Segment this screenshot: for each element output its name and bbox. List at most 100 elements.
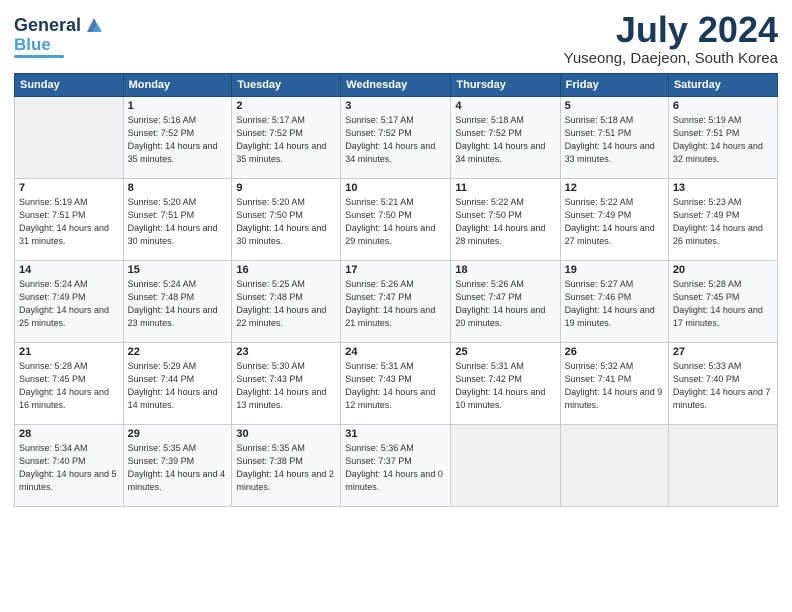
cell-info: Sunrise: 5:22 AMSunset: 7:49 PMDaylight:…: [565, 196, 664, 248]
cell-info: Sunrise: 5:26 AMSunset: 7:47 PMDaylight:…: [345, 278, 446, 330]
cell-info: Sunrise: 5:24 AMSunset: 7:49 PMDaylight:…: [19, 278, 119, 330]
cell-info: Sunrise: 5:30 AMSunset: 7:43 PMDaylight:…: [236, 360, 336, 412]
day-number: 13: [673, 182, 773, 194]
week-row-4: 28 Sunrise: 5:34 AMSunset: 7:40 PMDayligh…: [15, 424, 778, 506]
cell-3-1: 22 Sunrise: 5:29 AMSunset: 7:44 PMDayligh…: [123, 342, 232, 424]
cell-info: Sunrise: 5:31 AMSunset: 7:42 PMDaylight:…: [455, 360, 555, 412]
day-number: 14: [19, 264, 119, 276]
col-thursday: Thursday: [451, 73, 560, 96]
cell-info: Sunrise: 5:16 AMSunset: 7:52 PMDaylight:…: [128, 114, 228, 166]
week-row-3: 21 Sunrise: 5:28 AMSunset: 7:45 PMDayligh…: [15, 342, 778, 424]
cell-4-1: 29Sunrise: 5:35 AMSunset: 7:39 PMDayligh…: [123, 424, 232, 506]
cell-info: Sunrise: 5:17 AMSunset: 7:52 PMDaylight:…: [345, 114, 446, 166]
cell-4-3: 31 Sunrise: 5:36 AMSunset: 7:37 PMDayligh…: [341, 424, 451, 506]
day-number: 10: [345, 182, 446, 194]
day-number: 19: [565, 264, 664, 276]
cell-0-4: 4 Sunrise: 5:18 AMSunset: 7:52 PMDaylight…: [451, 96, 560, 178]
day-number: 2: [236, 100, 336, 112]
cell-4-5: [560, 424, 668, 506]
cell-2-4: 18 Sunrise: 5:26 AMSunset: 7:47 PMDayligh…: [451, 260, 560, 342]
cell-0-1: 1 Sunrise: 5:16 AMSunset: 7:52 PMDaylight…: [123, 96, 232, 178]
cell-info: Sunrise: 5:31 AMSunset: 7:43 PMDaylight:…: [345, 360, 446, 412]
cell-info: Sunrise: 5:20 AMSunset: 7:50 PMDaylight:…: [236, 196, 336, 248]
day-number: 17: [345, 264, 446, 276]
cell-3-3: 24 Sunrise: 5:31 AMSunset: 7:43 PMDayligh…: [341, 342, 451, 424]
cell-info: Sunrise: 5:29 AMSunset: 7:44 PMDaylight:…: [128, 360, 228, 412]
col-friday: Friday: [560, 73, 668, 96]
day-number: 28: [19, 428, 119, 440]
cell-info: Sunrise: 5:28 AMSunset: 7:45 PMDaylight:…: [673, 278, 773, 330]
day-number: 23: [236, 346, 336, 358]
day-number: 24: [345, 346, 446, 358]
cell-3-0: 21 Sunrise: 5:28 AMSunset: 7:45 PMDayligh…: [15, 342, 124, 424]
cell-4-2: 30 Sunrise: 5:35 AMSunset: 7:38 PMDayligh…: [232, 424, 341, 506]
day-number: 7: [19, 182, 119, 194]
calendar-table: Sunday Monday Tuesday Wednesday Thursday…: [14, 73, 778, 507]
cell-4-0: 28 Sunrise: 5:34 AMSunset: 7:40 PMDayligh…: [15, 424, 124, 506]
logo-general: General: [14, 16, 81, 34]
cell-info: Sunrise: 5:18 AMSunset: 7:52 PMDaylight:…: [455, 114, 555, 166]
cell-info: Sunrise: 5:17 AMSunset: 7:52 PMDaylight:…: [236, 114, 336, 166]
cell-0-6: 6Sunrise: 5:19 AMSunset: 7:51 PMDaylight…: [668, 96, 777, 178]
cell-3-2: 23 Sunrise: 5:30 AMSunset: 7:43 PMDayligh…: [232, 342, 341, 424]
cell-4-4: [451, 424, 560, 506]
logo-blue: Blue: [14, 36, 51, 53]
cell-info: Sunrise: 5:34 AMSunset: 7:40 PMDaylight:…: [19, 442, 119, 494]
day-number: 21: [19, 346, 119, 358]
cell-1-1: 8 Sunrise: 5:20 AMSunset: 7:51 PMDaylight…: [123, 178, 232, 260]
cell-1-0: 7 Sunrise: 5:19 AMSunset: 7:51 PMDaylight…: [15, 178, 124, 260]
col-monday: Monday: [123, 73, 232, 96]
week-row-2: 14 Sunrise: 5:24 AMSunset: 7:49 PMDayligh…: [15, 260, 778, 342]
day-number: 11: [455, 182, 555, 194]
day-number: 3: [345, 100, 446, 112]
cell-info: Sunrise: 5:33 AMSunset: 7:40 PMDaylight:…: [673, 360, 773, 412]
day-number: 20: [673, 264, 773, 276]
day-number: 1: [128, 100, 228, 112]
cell-2-2: 16 Sunrise: 5:25 AMSunset: 7:48 PMDayligh…: [232, 260, 341, 342]
cell-info: Sunrise: 5:21 AMSunset: 7:50 PMDaylight:…: [345, 196, 446, 248]
cell-info: Sunrise: 5:28 AMSunset: 7:45 PMDaylight:…: [19, 360, 119, 412]
cell-0-5: 5Sunrise: 5:18 AMSunset: 7:51 PMDaylight…: [560, 96, 668, 178]
header-row: Sunday Monday Tuesday Wednesday Thursday…: [15, 73, 778, 96]
day-number: 22: [128, 346, 228, 358]
day-number: 27: [673, 346, 773, 358]
week-row-1: 7 Sunrise: 5:19 AMSunset: 7:51 PMDaylight…: [15, 178, 778, 260]
cell-4-6: [668, 424, 777, 506]
cell-info: Sunrise: 5:25 AMSunset: 7:48 PMDaylight:…: [236, 278, 336, 330]
day-number: 31: [345, 428, 446, 440]
cell-1-6: 13Sunrise: 5:23 AMSunset: 7:49 PMDayligh…: [668, 178, 777, 260]
col-saturday: Saturday: [668, 73, 777, 96]
cell-info: Sunrise: 5:35 AMSunset: 7:39 PMDaylight:…: [128, 442, 228, 494]
day-number: 16: [236, 264, 336, 276]
cell-1-2: 9Sunrise: 5:20 AMSunset: 7:50 PMDaylight…: [232, 178, 341, 260]
cell-info: Sunrise: 5:19 AMSunset: 7:51 PMDaylight:…: [19, 196, 119, 248]
logo-icon: [83, 14, 105, 36]
day-number: 8: [128, 182, 228, 194]
cell-info: Sunrise: 5:20 AMSunset: 7:51 PMDaylight:…: [128, 196, 228, 248]
cell-info: Sunrise: 5:35 AMSunset: 7:38 PMDaylight:…: [236, 442, 336, 494]
logo-underline: [14, 55, 64, 58]
cell-info: Sunrise: 5:18 AMSunset: 7:51 PMDaylight:…: [565, 114, 664, 166]
day-number: 18: [455, 264, 555, 276]
day-number: 12: [565, 182, 664, 194]
cell-info: Sunrise: 5:36 AMSunset: 7:37 PMDaylight:…: [345, 442, 446, 494]
cell-3-6: 27 Sunrise: 5:33 AMSunset: 7:40 PMDayligh…: [668, 342, 777, 424]
day-number: 4: [455, 100, 555, 112]
cell-2-5: 19Sunrise: 5:27 AMSunset: 7:46 PMDayligh…: [560, 260, 668, 342]
cell-2-0: 14 Sunrise: 5:24 AMSunset: 7:49 PMDayligh…: [15, 260, 124, 342]
location: Yuseong, Daejeon, South Korea: [564, 50, 778, 67]
day-number: 30: [236, 428, 336, 440]
day-number: 26: [565, 346, 664, 358]
page-header: General Blue July 2024 Yuseong, Daejeon,…: [14, 10, 778, 67]
col-sunday: Sunday: [15, 73, 124, 96]
cell-1-4: 11Sunrise: 5:22 AMSunset: 7:50 PMDayligh…: [451, 178, 560, 260]
col-wednesday: Wednesday: [341, 73, 451, 96]
cell-info: Sunrise: 5:26 AMSunset: 7:47 PMDaylight:…: [455, 278, 555, 330]
cell-3-4: 25 Sunrise: 5:31 AMSunset: 7:42 PMDayligh…: [451, 342, 560, 424]
cell-1-5: 12 Sunrise: 5:22 AMSunset: 7:49 PMDayligh…: [560, 178, 668, 260]
cell-2-3: 17 Sunrise: 5:26 AMSunset: 7:47 PMDayligh…: [341, 260, 451, 342]
cell-info: Sunrise: 5:19 AMSunset: 7:51 PMDaylight:…: [673, 114, 773, 166]
logo: General Blue: [14, 14, 105, 58]
cell-0-3: 3 Sunrise: 5:17 AMSunset: 7:52 PMDaylight…: [341, 96, 451, 178]
day-number: 25: [455, 346, 555, 358]
